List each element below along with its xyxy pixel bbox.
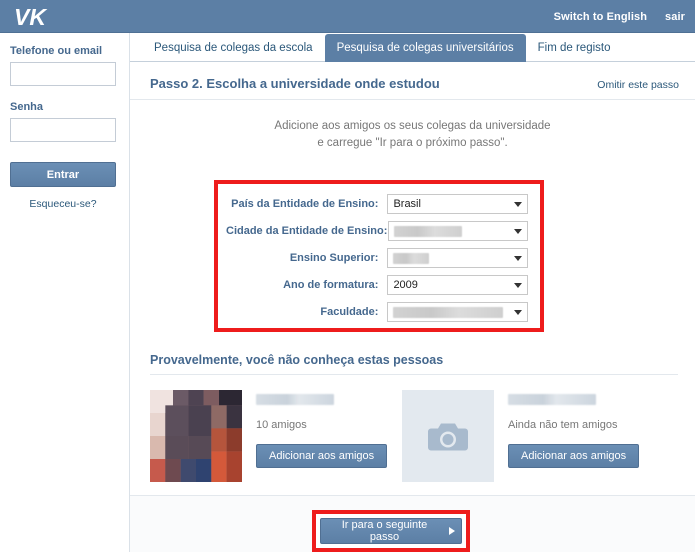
svg-text:VK: VK (14, 4, 47, 30)
person-name-redacted (256, 394, 334, 405)
arrow-right-icon (449, 527, 455, 535)
tab-university-search[interactable]: Pesquisa de colegas universitários (324, 34, 526, 62)
chevron-down-icon (514, 229, 522, 234)
login-input[interactable] (10, 62, 116, 86)
password-input[interactable] (10, 118, 116, 142)
camera-placeholder-icon (428, 423, 468, 451)
suggested-people-list: 10 amigos Adicionar aos amigos Ainda não… (150, 390, 678, 482)
person-card: 10 amigos Adicionar aos amigos (150, 390, 402, 482)
country-value: Brasil (393, 198, 421, 210)
university-select[interactable] (387, 248, 528, 268)
step-instructions: Adicione aos amigos os seus colegas da u… (130, 118, 695, 152)
step-header: Passo 2. Escolha a universidade onde est… (130, 62, 695, 100)
login-submit-button[interactable]: Entrar (10, 162, 116, 187)
university-form: País da Entidade de Ensino: Brasil Cidad… (218, 184, 540, 322)
header-links: Switch to English sair (554, 0, 685, 33)
person-friend-count: Ainda não tem amigos (508, 419, 618, 431)
faculty-select[interactable] (387, 302, 528, 322)
tab-school-search[interactable]: Pesquisa de colegas da escola (142, 34, 325, 62)
login-field-label: Telefone ou email (10, 45, 103, 57)
city-value-redacted (394, 225, 462, 237)
instruction-line-1: Adicione aos amigos os seus colegas da u… (274, 120, 551, 132)
university-value-redacted (393, 252, 430, 264)
person-name-redacted (508, 394, 596, 405)
vk-logo-icon[interactable]: VK (14, 4, 54, 30)
avatar[interactable] (402, 390, 494, 482)
registration-content-panel: Pesquisa de colegas da escola Pesquisa d… (129, 33, 695, 552)
logout-link[interactable]: sair (665, 11, 685, 23)
form-row-graduation-year: Ano de formatura: 2009 (226, 275, 528, 295)
registration-tabs: Pesquisa de colegas da escola Pesquisa d… (130, 33, 695, 62)
chevron-down-icon (514, 256, 522, 261)
add-friend-button[interactable]: Adicionar aos amigos (508, 444, 640, 468)
person-friend-count: 10 amigos (256, 419, 307, 431)
skip-step-link[interactable]: Omitir este passo (597, 79, 679, 91)
faculty-label: Faculdade: (320, 306, 379, 318)
footer-bar: Ir para o seguinte passo (130, 495, 695, 552)
university-form-highlight: País da Entidade de Ensino: Brasil Cidad… (214, 180, 544, 332)
person-info: 10 amigos Adicionar aos amigos (242, 390, 388, 482)
country-label: País da Entidade de Ensino: (231, 198, 379, 210)
login-sidebar: Telefone ou email Senha Entrar Esqueceu-… (0, 33, 129, 552)
password-field-label: Senha (10, 101, 44, 113)
graduation-year-value: 2009 (393, 279, 418, 291)
person-card: Ainda não tem amigos Adicionar aos amigo… (402, 390, 654, 482)
faculty-value-redacted (393, 306, 504, 318)
vk-registration-page: VK Switch to English sair Telefone ou em… (0, 0, 695, 552)
forgot-password-link[interactable]: Esqueceu-se? (10, 198, 116, 210)
country-select[interactable]: Brasil (387, 194, 528, 214)
university-label: Ensino Superior: (289, 252, 379, 264)
next-step-label: Ir para o seguinte passo (341, 519, 428, 543)
person-info: Ainda não tem amigos Adicionar aos amigo… (494, 390, 640, 482)
avatar[interactable] (150, 390, 242, 482)
step-title: Passo 2. Escolha a universidade onde est… (150, 76, 440, 91)
graduation-year-select[interactable]: 2009 (387, 275, 528, 295)
city-label: Cidade da Entidade de Ensino: (226, 225, 388, 237)
city-select[interactable] (388, 221, 528, 241)
next-step-highlight: Ir para o seguinte passo (312, 510, 470, 552)
chevron-down-icon (514, 202, 522, 207)
add-friend-button[interactable]: Adicionar aos amigos (256, 444, 388, 468)
tab-finish-registration[interactable]: Fim de registo (526, 34, 623, 62)
form-row-faculty: Faculdade: (226, 302, 528, 322)
chevron-down-icon (514, 283, 522, 288)
form-row-city: Cidade da Entidade de Ensino: (226, 221, 528, 241)
next-step-button[interactable]: Ir para o seguinte passo (320, 518, 462, 544)
chevron-down-icon (514, 310, 522, 315)
switch-language-link[interactable]: Switch to English (554, 11, 647, 23)
instruction-line-2: e carregue "Ir para o próximo passo". (317, 137, 508, 149)
top-header-bar: VK Switch to English sair (0, 0, 695, 33)
graduation-year-label: Ano de formatura: (283, 279, 379, 291)
form-row-university: Ensino Superior: (226, 248, 528, 268)
suggested-people-heading: Provavelmente, você não conheça estas pe… (150, 353, 678, 375)
form-row-country: País da Entidade de Ensino: Brasil (226, 194, 528, 214)
